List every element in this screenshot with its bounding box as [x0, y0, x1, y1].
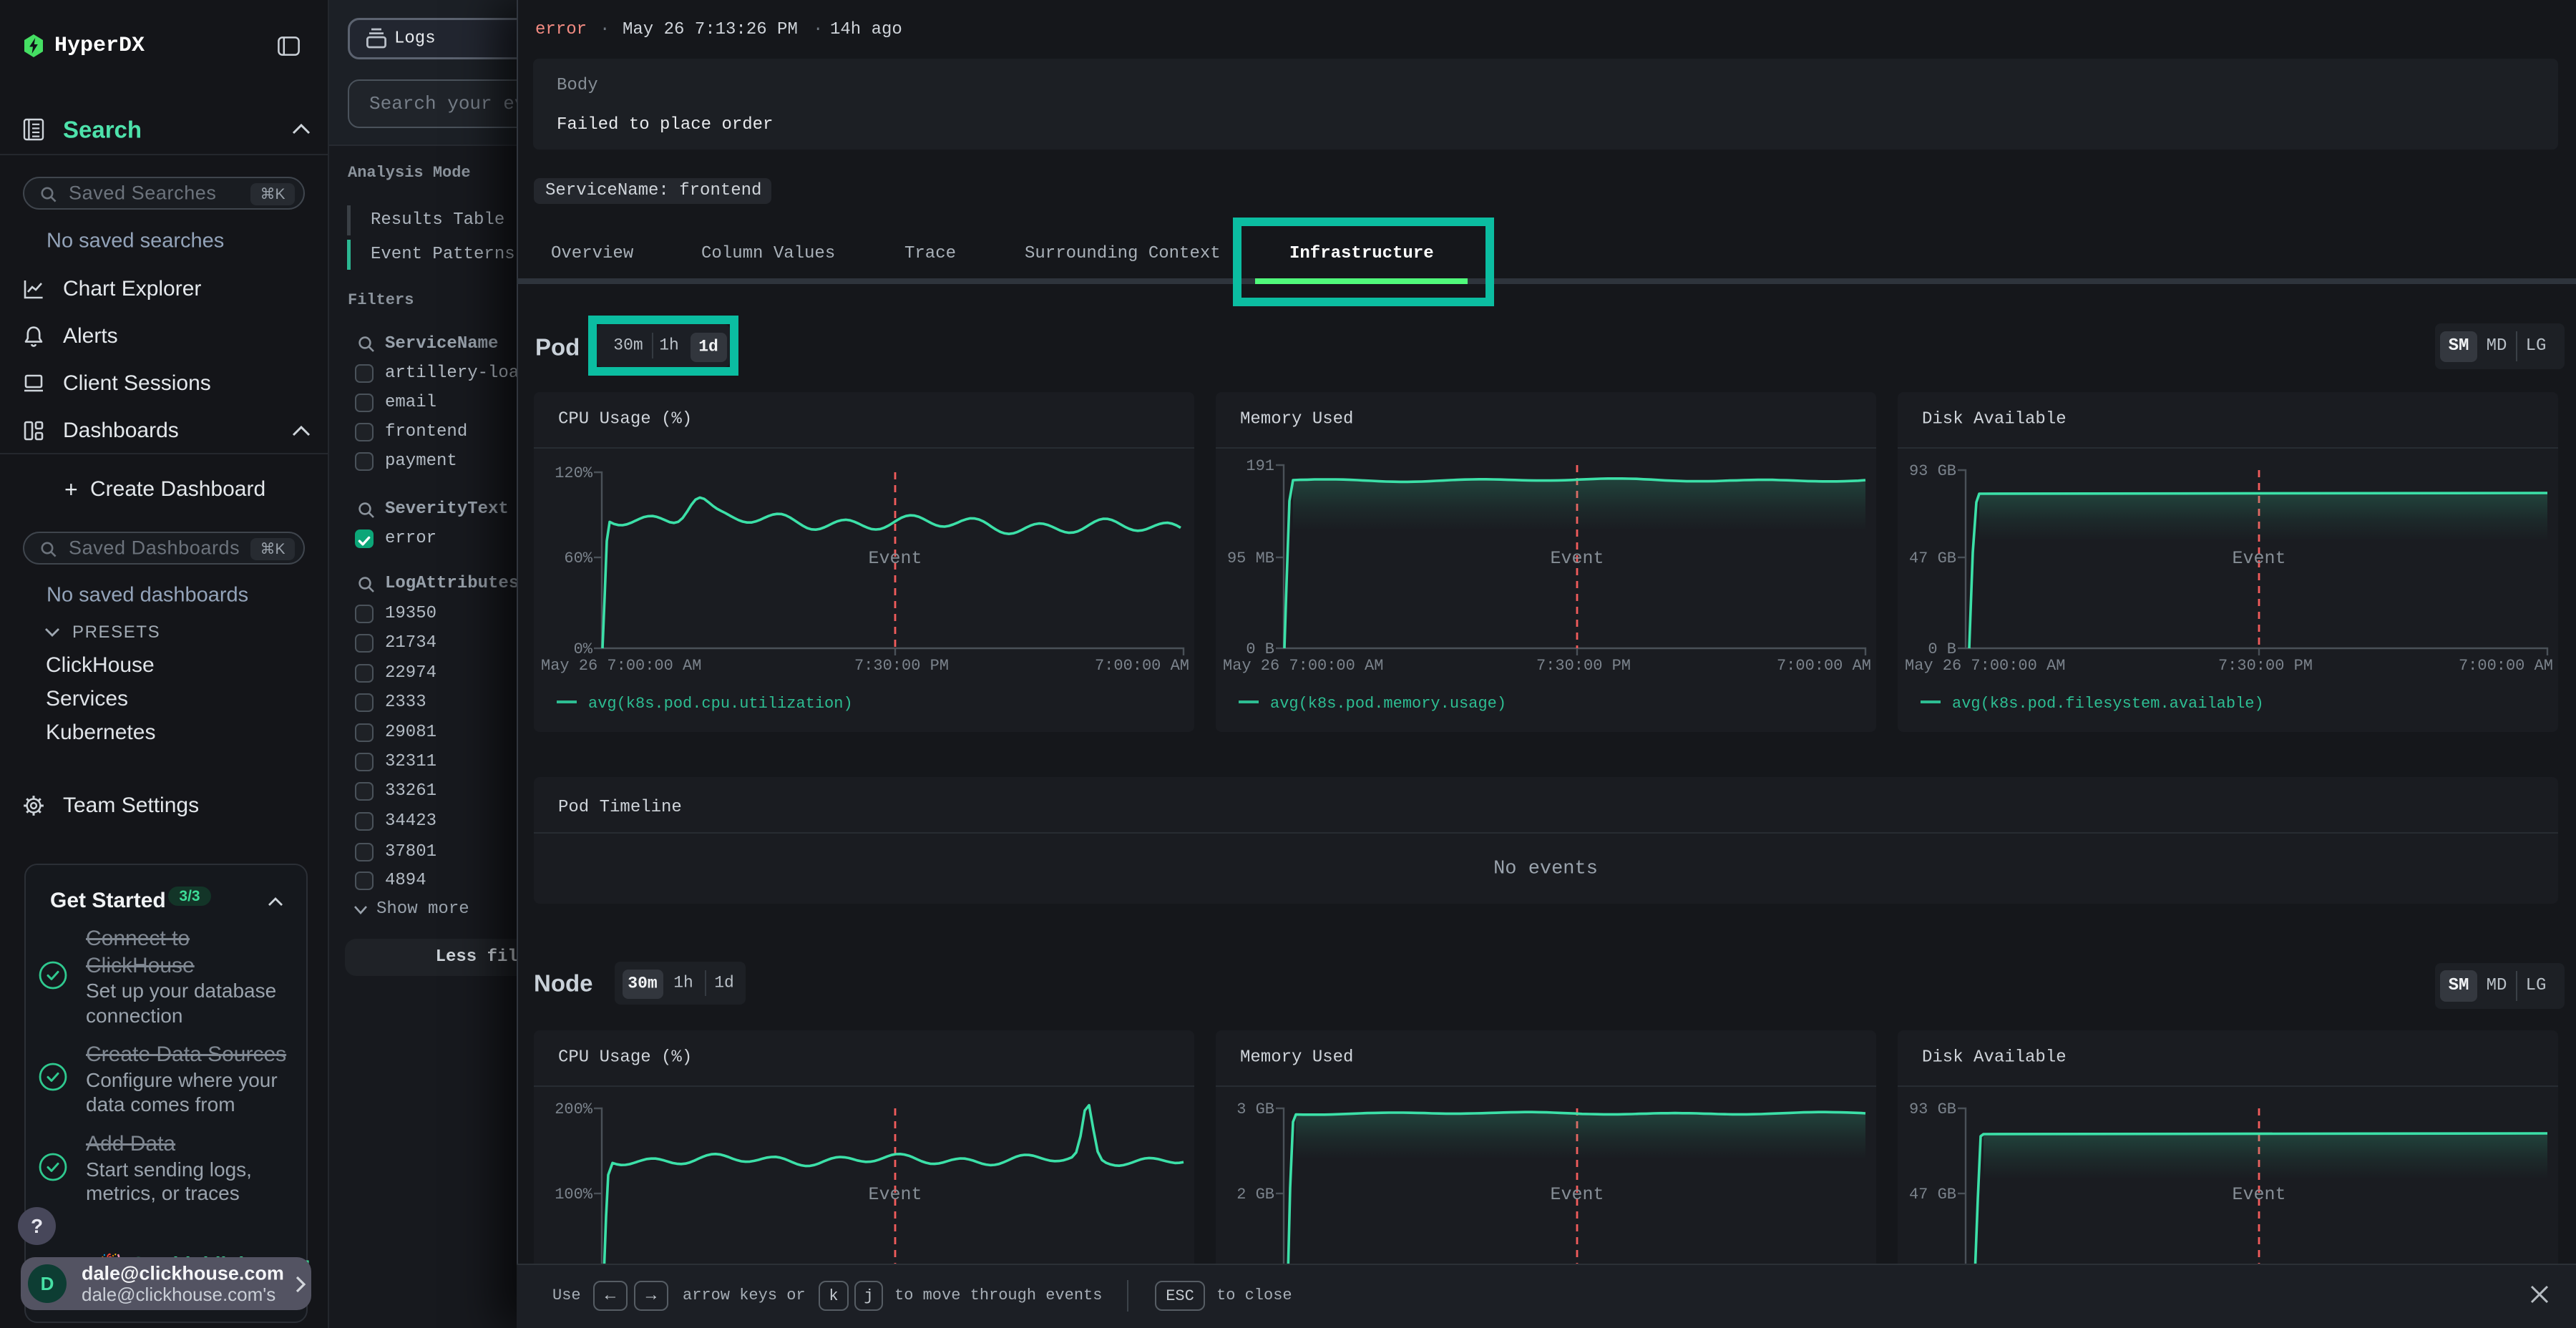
svg-text:Event: Event [868, 548, 922, 569]
svg-text:191: 191 [1246, 457, 1274, 475]
svg-text:May 26 7:00:00 AM: May 26 7:00:00 AM [1905, 657, 2065, 675]
svg-text:7:30:00 PM: 7:30:00 PM [1536, 657, 1631, 675]
svg-text:May 26 7:00:00 AM: May 26 7:00:00 AM [1223, 657, 1383, 675]
svg-text:47 GB: 47 GB [1909, 1186, 1956, 1204]
svg-text:0 B: 0 B [1928, 640, 1956, 658]
svg-text:Event: Event [2232, 1184, 2285, 1205]
svg-text:Event: Event [1550, 1184, 1604, 1205]
svg-text:47 GB: 47 GB [1909, 550, 1956, 567]
svg-text:7:00:00 AM: 7:00:00 AM [1095, 657, 1189, 675]
svg-text:Event: Event [868, 1184, 922, 1205]
svg-text:200%: 200% [555, 1100, 593, 1118]
svg-text:0 B: 0 B [1246, 640, 1274, 658]
svg-text:3 GB: 3 GB [1236, 1100, 1274, 1118]
svg-text:avg(k8s.pod.memory.usage): avg(k8s.pod.memory.usage) [1270, 695, 1506, 713]
svg-text:2 GB: 2 GB [1236, 1186, 1274, 1204]
svg-text:120%: 120% [555, 464, 593, 482]
svg-text:95 MB: 95 MB [1227, 550, 1274, 567]
svg-text:Event: Event [2232, 548, 2285, 569]
svg-text:7:00:00 AM: 7:00:00 AM [2459, 657, 2553, 675]
svg-text:7:30:00 PM: 7:30:00 PM [854, 657, 949, 675]
svg-text:7:30:00 PM: 7:30:00 PM [2218, 657, 2313, 675]
svg-text:60%: 60% [564, 550, 592, 567]
svg-text:93 GB: 93 GB [1909, 462, 1956, 480]
svg-text:0%: 0% [574, 640, 593, 658]
svg-text:100%: 100% [555, 1186, 593, 1204]
svg-text:7:00:00 AM: 7:00:00 AM [1777, 657, 1871, 675]
svg-text:Event: Event [1550, 548, 1604, 569]
svg-text:avg(k8s.pod.cpu.utilization): avg(k8s.pod.cpu.utilization) [588, 695, 853, 713]
svg-text:May 26 7:00:00 AM: May 26 7:00:00 AM [541, 657, 701, 675]
svg-text:93 GB: 93 GB [1909, 1100, 1956, 1118]
svg-text:avg(k8s.pod.filesystem.availab: avg(k8s.pod.filesystem.available) [1952, 695, 2264, 713]
